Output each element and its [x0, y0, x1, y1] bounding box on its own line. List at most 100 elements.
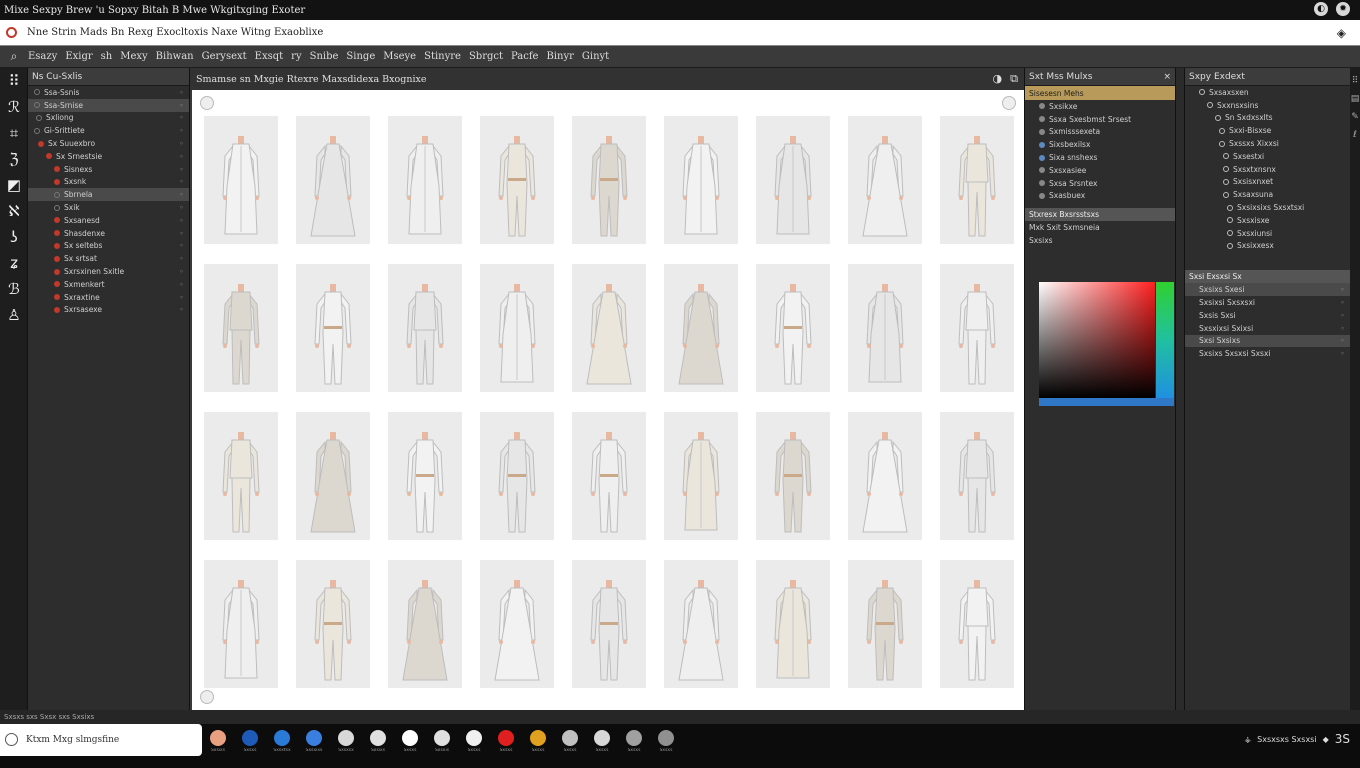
text-icon[interactable]: ℓ [1350, 130, 1360, 140]
garment-tile-coat[interactable] [756, 116, 830, 244]
layer-row[interactable]: Sxraxtine ◦ [28, 291, 189, 304]
properties-row[interactable]: Sixsbexilsx [1025, 138, 1175, 151]
eye-icon[interactable]: ◦ [178, 113, 185, 122]
menu-item[interactable]: Gerysext [202, 51, 247, 62]
lasso-icon[interactable]: ℨ [0, 146, 28, 172]
menu-item[interactable]: sh [101, 51, 113, 62]
layer-row[interactable]: Sxik ◦ [28, 201, 189, 214]
search-icon[interactable]: ⌕ [0, 49, 28, 64]
garment-tile-suit[interactable] [204, 412, 278, 540]
settings-icon[interactable]: ✹ [1336, 2, 1350, 16]
outline-row[interactable]: Sxsxtxnsnx [1185, 163, 1350, 176]
eye-icon[interactable]: ◦ [178, 216, 185, 225]
shape-icon[interactable]: ℬ [0, 276, 28, 302]
properties-section-header[interactable]: Stxresx Bxsrsstsxs [1025, 208, 1175, 222]
eye-icon[interactable]: ◦ [178, 241, 185, 250]
taskbar-app-icon[interactable] [498, 730, 514, 746]
canvas[interactable] [192, 90, 1024, 710]
zoom-icon[interactable]: ◑ [993, 72, 1003, 86]
brush-icon[interactable]: ✎ [1350, 112, 1360, 122]
pen-icon[interactable]: ℵ [0, 198, 28, 224]
layer-visibility-icon[interactable] [34, 89, 40, 96]
taskbar-app-icon[interactable] [210, 730, 226, 746]
menu-item[interactable]: ry [291, 51, 301, 62]
brush-icon[interactable]: ℛ [0, 94, 28, 120]
taskbar-app-icon[interactable] [274, 730, 290, 746]
outline-section-header[interactable]: Sxsi Exsxsi Sx [1185, 270, 1350, 284]
taskbar-app-icon[interactable] [530, 730, 546, 746]
menu-item[interactable]: Ginyt [582, 51, 609, 62]
garment-tile-dress[interactable] [664, 264, 738, 392]
layer-row[interactable]: Sxsnk ◦ [28, 176, 189, 189]
taskbar-app-icon[interactable] [306, 730, 322, 746]
garment-tile-coat[interactable] [664, 412, 738, 540]
menu-item[interactable]: Stinyre [424, 51, 461, 62]
garment-tile-suit[interactable] [204, 264, 278, 392]
frame-icon[interactable]: ⌗ [0, 120, 28, 146]
paint-icon[interactable]: ◩ [0, 172, 28, 198]
eye-icon[interactable]: ◦ [178, 229, 185, 238]
layer-row[interactable]: Sisnexs ◦ [28, 163, 189, 176]
outline-row[interactable]: Sxsixs Sxesi ◦ [1185, 283, 1350, 297]
color-picker-field[interactable] [1039, 282, 1155, 398]
corner-handle-icon[interactable] [1002, 96, 1016, 110]
properties-row[interactable]: Sxsa Srsntex [1025, 177, 1175, 190]
color-swatch-bar[interactable] [1039, 398, 1174, 406]
diamond-icon[interactable]: ◈ [1337, 26, 1346, 40]
eye-icon[interactable]: ◦ [1339, 285, 1346, 294]
menu-item[interactable]: Exsqt [255, 51, 284, 62]
taskbar-app-icon[interactable] [402, 730, 418, 746]
outline-row[interactable]: Sxsixxesx [1185, 240, 1350, 253]
garment-tile-suit[interactable] [940, 264, 1014, 392]
properties-row[interactable]: Sxsikxe [1025, 100, 1175, 113]
menu-item[interactable]: Exigr [65, 51, 92, 62]
eye-icon[interactable]: ◦ [1339, 311, 1346, 320]
layers-icon[interactable]: ▤ [1350, 94, 1360, 104]
layer-visibility-icon[interactable] [34, 102, 40, 109]
color-section-header[interactable]: Sxsixs [1025, 234, 1175, 247]
garment-tile-suit[interactable] [940, 560, 1014, 688]
eye-icon[interactable]: ◦ [178, 152, 185, 161]
outline-row[interactable]: Sxsisxnxet [1185, 176, 1350, 189]
outline-row[interactable]: Sxsaxsxen [1185, 86, 1350, 99]
properties-row[interactable]: Ssxa Sxesbmst Srsest [1025, 113, 1175, 126]
garment-tile-dress[interactable] [480, 560, 554, 688]
garment-tile-dress[interactable] [388, 560, 462, 688]
garment-tile-dress[interactable] [848, 116, 922, 244]
layer-row[interactable]: Shasdenxe ◦ [28, 227, 189, 240]
menu-item[interactable]: Mseye [383, 51, 416, 62]
garment-tile-dress[interactable] [848, 412, 922, 540]
network-icon[interactable]: ⚶ [1244, 735, 1251, 744]
menu-item[interactable]: Esazy [28, 51, 57, 62]
taskbar-app-icon[interactable] [242, 730, 258, 746]
layer-row[interactable]: Sx Suuexbro ◦ [28, 137, 189, 150]
garment-tile-jumpsuit[interactable] [756, 412, 830, 540]
layer-row[interactable]: Sx Srnestsie ◦ [28, 150, 189, 163]
layer-visibility-icon[interactable] [54, 191, 60, 198]
outline-row[interactable]: Sxxnsxsins [1185, 99, 1350, 112]
eye-icon[interactable]: ◦ [178, 126, 185, 135]
eye-icon[interactable]: ◦ [178, 177, 185, 186]
eye-icon[interactable]: ◦ [178, 254, 185, 263]
garment-tile-jumpsuit[interactable] [296, 560, 370, 688]
layer-visibility-icon[interactable] [54, 294, 60, 301]
text-icon[interactable]: ʑ [0, 250, 28, 276]
outline-row[interactable]: Sxssxs Xixxsi [1185, 137, 1350, 150]
garment-tile-coat[interactable] [388, 116, 462, 244]
garment-tile-dress[interactable] [664, 560, 738, 688]
layer-row[interactable]: Sxliong ◦ [28, 112, 189, 125]
outline-row[interactable]: Sxsis Sxsi ◦ [1185, 309, 1350, 322]
layer-visibility-icon[interactable] [34, 127, 40, 134]
layer-visibility-icon[interactable] [54, 268, 60, 275]
layer-row[interactable]: Ssa-Ssnis ◦ [28, 86, 189, 99]
taskbar-app-icon[interactable] [562, 730, 578, 746]
diamond-icon[interactable]: ◆ [1323, 735, 1329, 744]
eye-icon[interactable]: ◦ [1339, 349, 1346, 358]
eye-icon[interactable]: ◦ [178, 280, 185, 289]
globe-icon[interactable]: ◐ [1314, 2, 1328, 16]
figure-icon[interactable]: ♙ [0, 302, 28, 328]
garment-tile-jumpsuit[interactable] [848, 560, 922, 688]
layer-row[interactable]: Sxmenkert ◦ [28, 278, 189, 291]
layer-row[interactable]: Ssa-Srnise ◦ [28, 98, 189, 112]
eye-icon[interactable]: ◦ [178, 101, 185, 110]
